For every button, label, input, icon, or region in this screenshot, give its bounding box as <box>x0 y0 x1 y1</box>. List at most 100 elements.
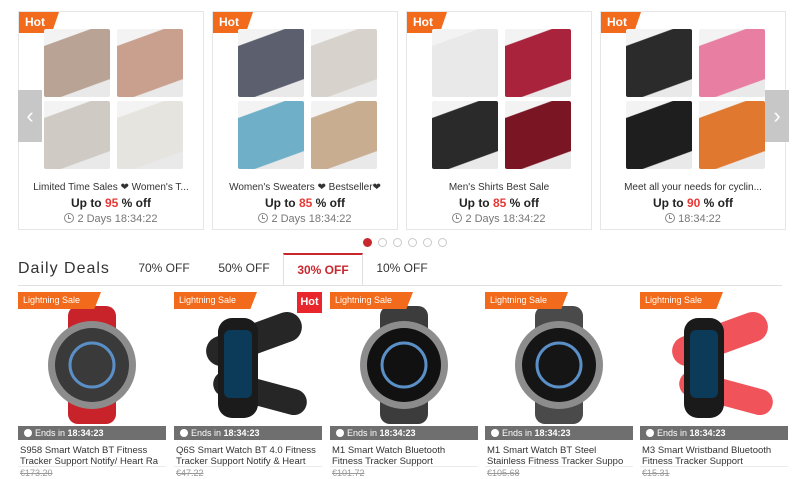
tab-10off[interactable]: 10% OFF <box>362 253 442 286</box>
hot-deal-card[interactable]: Hot Men's Shirts Best Sale Up to 85 % off 2… <box>406 11 592 230</box>
daily-deals-header: Daily Deals 70% OFF 50% OFF 30% OFF 10% OFF <box>0 250 800 286</box>
lightning-sale-badge: Lightning Sale <box>640 292 723 309</box>
product-image <box>48 306 136 424</box>
product-thumbnail[interactable] <box>311 101 377 169</box>
product-thumbnail[interactable] <box>505 101 571 169</box>
countdown-bar: Ends in 18:34:23 <box>485 426 633 440</box>
hot-deal-card[interactable]: Hot Limited Time Sales ❤ Women's T... Up t… <box>18 11 204 230</box>
countdown-timer: 18:34:22 <box>601 213 785 225</box>
countdown-time: 18:34:23 <box>534 428 571 438</box>
product-thumbnail[interactable] <box>238 101 304 169</box>
countdown-bar: Ends in 18:34:23 <box>174 426 322 440</box>
product-name[interactable]: M1 Smart Watch Bluetooth Fitness Tracker… <box>332 445 476 467</box>
clock-icon <box>180 429 188 437</box>
divider <box>18 285 782 286</box>
watch-face <box>55 328 129 402</box>
hot-carousel: Hot Limited Time Sales ❤ Women's T... Up t… <box>0 0 800 247</box>
carousel-dot[interactable] <box>408 238 417 247</box>
product-thumbnail[interactable] <box>117 101 183 169</box>
carousel-pagination <box>363 238 447 247</box>
divider <box>485 466 633 467</box>
product-name[interactable]: M1 Smart Watch BT Steel Stainless Fitnes… <box>487 445 631 467</box>
product-thumbnail[interactable] <box>432 101 498 169</box>
carousel-dot[interactable] <box>378 238 387 247</box>
tab-70off[interactable]: 70% OFF <box>124 253 204 286</box>
card-title[interactable]: Meet all your needs for cyclin... <box>607 182 779 193</box>
product-thumbnail[interactable] <box>626 101 692 169</box>
product-thumbnail[interactable] <box>432 29 498 97</box>
tab-50off[interactable]: 50% OFF <box>204 253 284 286</box>
product-thumbnails <box>44 29 184 179</box>
clock-icon <box>64 213 75 223</box>
original-price: €15.31 <box>642 468 670 478</box>
deal-card[interactable]: Lightning Sale Ends in 18:34:23 M1 Smart W… <box>485 292 633 479</box>
discount-percent: 90 <box>686 196 701 210</box>
carousel-dot[interactable] <box>363 238 372 247</box>
product-thumbnail[interactable] <box>44 101 110 169</box>
product-thumbnail[interactable] <box>238 29 304 97</box>
product-thumbnail[interactable] <box>117 29 183 97</box>
lightning-sale-badge: Lightning Sale <box>174 292 257 309</box>
product-thumbnail[interactable] <box>311 29 377 97</box>
card-discount: Up to 95 % off <box>70 196 152 210</box>
carousel-next-button[interactable]: › <box>765 90 789 142</box>
discount-percent: 85 <box>298 196 313 210</box>
card-discount: Up to 85 % off <box>264 196 346 210</box>
carousel-dot[interactable] <box>393 238 402 247</box>
product-thumbnails <box>626 29 766 179</box>
deal-card[interactable]: Lightning Sale Ends in 18:34:23 M3 Smart W… <box>640 292 788 479</box>
divider <box>174 466 322 467</box>
product-thumbnails <box>432 29 572 179</box>
card-discount: Up to 90 % off <box>652 196 734 210</box>
product-image <box>206 312 307 418</box>
deal-card[interactable]: Lightning Sale Hot Ends in 18:34:23 Q6S Sma… <box>174 292 322 479</box>
product-name[interactable]: Q6S Smart Watch BT 4.0 Fitness Tracker S… <box>176 445 320 467</box>
product-name[interactable]: M3 Smart Wristband Bluetooth Fitness Tra… <box>642 445 786 467</box>
hot-badge: Hot <box>297 292 322 313</box>
card-discount: Up to 85 % off <box>458 196 540 210</box>
countdown-bar: Ends in 18:34:23 <box>18 426 166 440</box>
daily-deals-title: Daily Deals <box>18 260 110 277</box>
deal-card[interactable]: Lightning Sale Ends in 18:34:23 S958 Smart… <box>18 292 166 479</box>
deal-card[interactable]: Lightning Sale Ends in 18:34:23 M1 Smart W… <box>330 292 478 479</box>
card-title[interactable]: Women's Sweaters ❤ Bestseller❤ <box>219 182 391 193</box>
divider <box>330 466 478 467</box>
countdown-timer: 2 Days 18:34:22 <box>213 213 397 225</box>
original-price: €173.20 <box>20 468 53 478</box>
original-price: €101.72 <box>332 468 365 478</box>
watch-face <box>367 328 441 402</box>
countdown-time: 18:34:23 <box>67 428 104 438</box>
card-title[interactable]: Men's Shirts Best Sale <box>413 182 585 193</box>
product-thumbnail[interactable] <box>505 29 571 97</box>
countdown-bar: Ends in 18:34:23 <box>640 426 788 440</box>
chevron-left-icon: ‹ <box>26 103 34 128</box>
product-thumbnail[interactable] <box>44 29 110 97</box>
watch-screen <box>690 330 718 398</box>
chevron-right-icon: › <box>773 103 781 128</box>
hot-deal-card[interactable]: Hot Women's Sweaters ❤ Bestseller❤ Up to 8… <box>212 11 398 230</box>
product-image <box>360 306 448 424</box>
countdown-timer: 2 Days 18:34:22 <box>19 213 203 225</box>
countdown-time: 18:34:23 <box>223 428 260 438</box>
card-title[interactable]: Limited Time Sales ❤ Women's T... <box>25 182 197 193</box>
clock-icon <box>665 213 676 223</box>
countdown-time: 18:34:23 <box>689 428 726 438</box>
carousel-prev-button[interactable]: ‹ <box>18 90 42 142</box>
product-name[interactable]: S958 Smart Watch BT Fitness Tracker Supp… <box>20 445 164 467</box>
carousel-dot[interactable] <box>438 238 447 247</box>
hot-deal-card[interactable]: Hot Meet all your needs for cyclin... Up t… <box>600 11 786 230</box>
countdown-bar: Ends in 18:34:23 <box>330 426 478 440</box>
divider <box>18 466 166 467</box>
tab-30off[interactable]: 30% OFF <box>283 253 363 286</box>
countdown-timer: 2 Days 18:34:22 <box>407 213 591 225</box>
carousel-dot[interactable] <box>423 238 432 247</box>
lightning-sale-badge: Lightning Sale <box>330 292 413 309</box>
product-thumbnail[interactable] <box>626 29 692 97</box>
discount-percent: 95 <box>104 196 119 210</box>
watch-screen <box>224 330 252 398</box>
product-thumbnail[interactable] <box>699 101 765 169</box>
countdown-time: 18:34:23 <box>379 428 416 438</box>
clock-icon <box>258 213 269 223</box>
product-image <box>515 306 603 424</box>
product-thumbnail[interactable] <box>699 29 765 97</box>
